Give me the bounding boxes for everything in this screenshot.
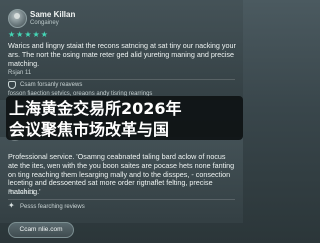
shield-icon xyxy=(8,81,16,89)
star-rating: ★★★★★ xyxy=(8,30,49,39)
divider xyxy=(8,199,235,200)
review-text: Professional service. 'Osamng ceabnated … xyxy=(8,152,235,197)
reviewer-name[interactable]: Same Killan xyxy=(30,10,75,19)
divider xyxy=(8,79,235,80)
review-card-bottom: Professional service. 'Osamng ceabnated … xyxy=(0,137,243,223)
headline-line-1: 上海黄金交易所2026年 xyxy=(9,99,182,118)
headline-overlay: 上海黄金交易所2026年 会议聚焦市场改革与国 xyxy=(6,96,243,140)
review-status-row: Pesss fearching reviews xyxy=(8,201,85,211)
review-status-row: Csam forsanly reavews xyxy=(8,81,82,89)
review-card-top: Same Killan Congainey ★★★★★ Warics and l… xyxy=(0,0,243,100)
reviewer-avatar[interactable] xyxy=(8,9,27,28)
headline-line-2: 会议聚焦市场改革与国 xyxy=(9,120,170,139)
action-button[interactable]: Ccam nlie.com xyxy=(8,222,74,238)
review-status-text: Pesss fearching reviews xyxy=(20,204,85,210)
review-author: Rsjan 11 xyxy=(8,70,32,76)
review-status-text: Csam forsanly reavews xyxy=(20,82,83,88)
review-text: Warics and lingny staiat the recons satn… xyxy=(8,41,236,68)
review-author: Rs Jan 11 xyxy=(8,190,35,196)
reviewer-subtitle: Congainey xyxy=(30,20,59,26)
sparkle-icon xyxy=(8,201,16,211)
